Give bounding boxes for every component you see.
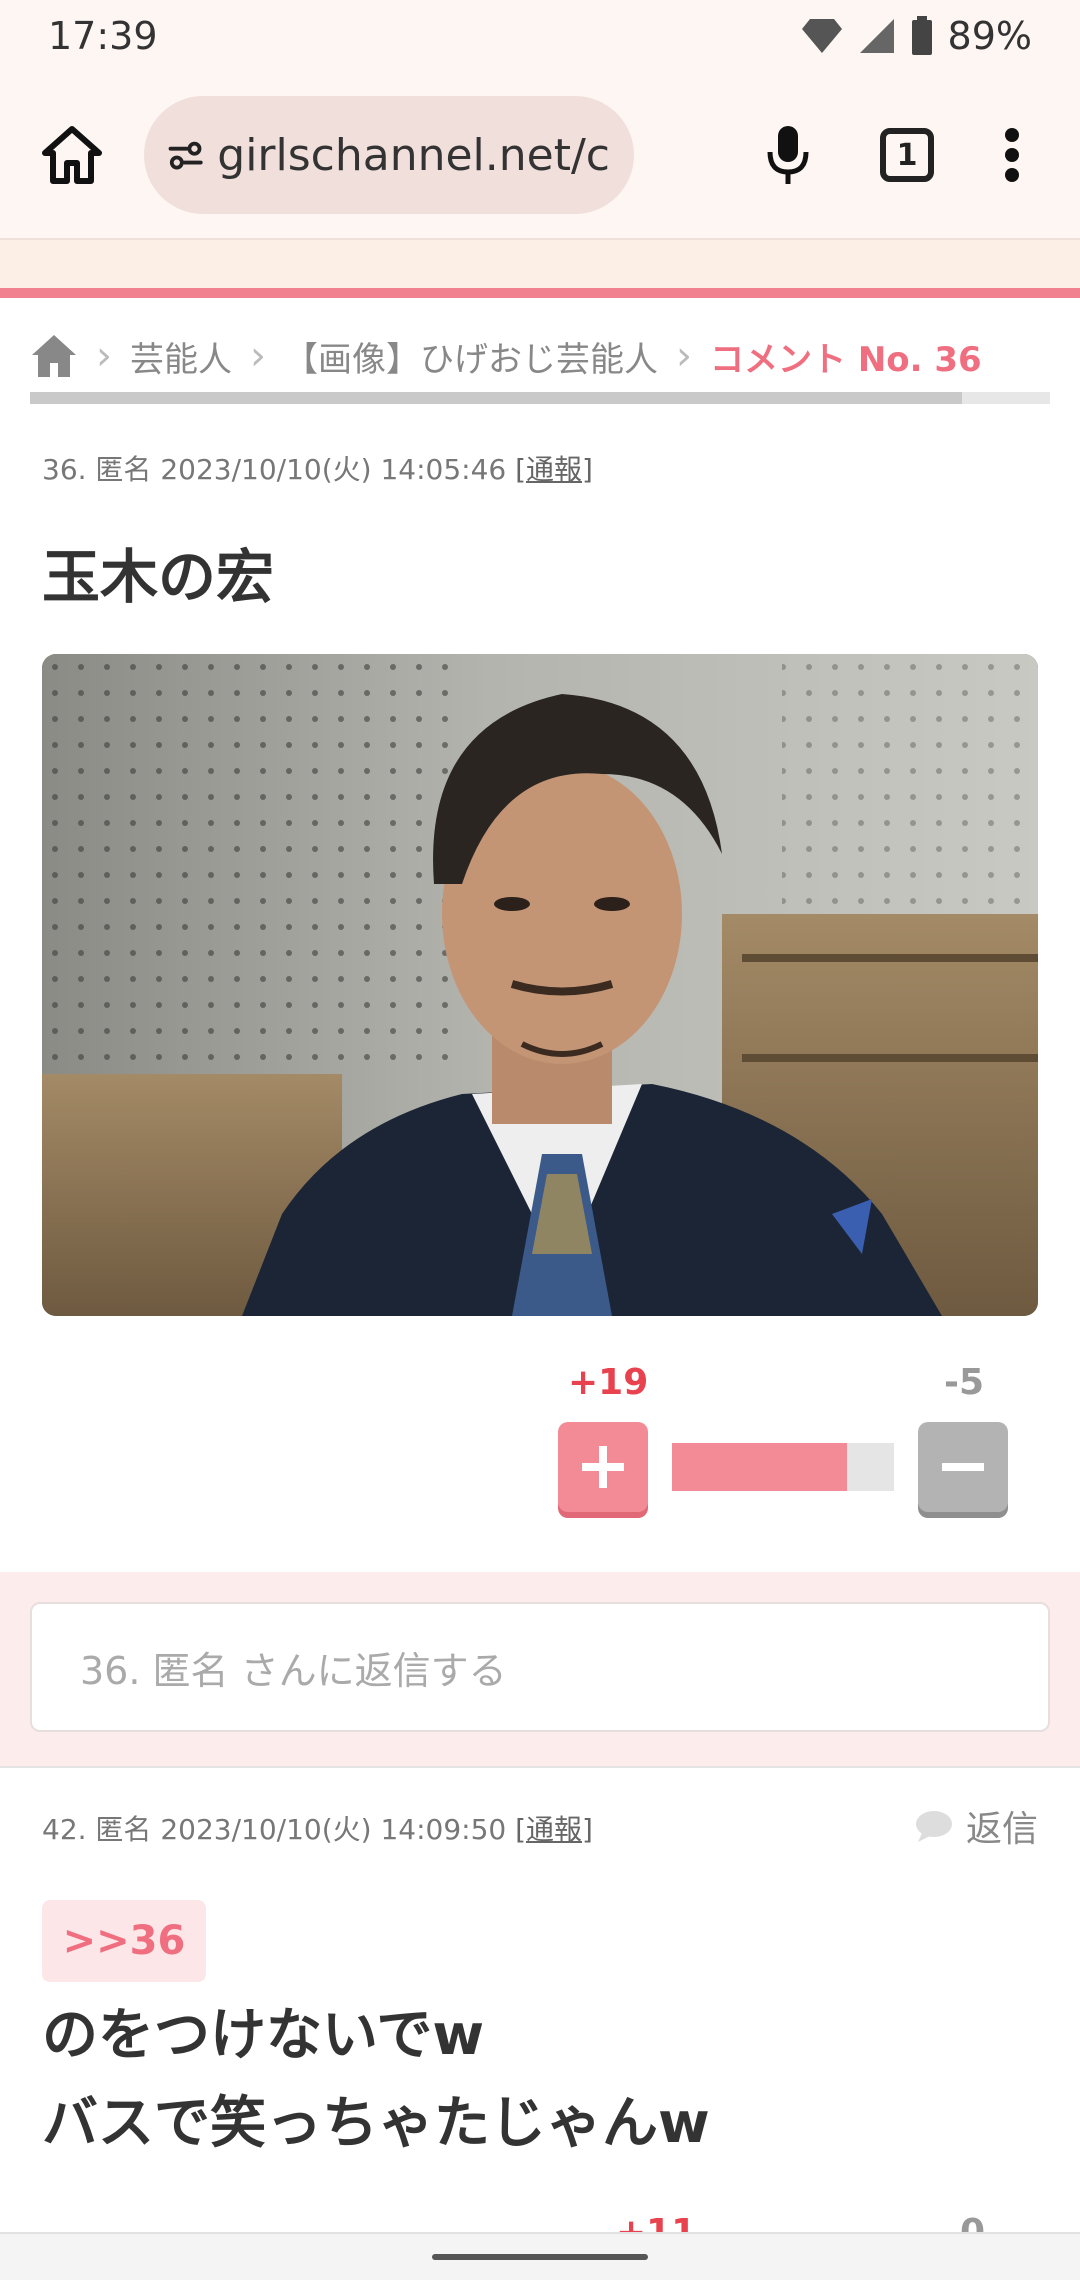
breadcrumb-home-icon[interactable] (30, 333, 78, 379)
browser-toolbar: girlschannel.net/c 1 (0, 72, 1080, 240)
breadcrumb-scroll-thumb[interactable] (30, 392, 962, 404)
gesture-handle[interactable] (432, 2254, 648, 2260)
comment-meta: 42. 匿名 2023/10/10(火) 14:09:50 [通報] (42, 1808, 593, 1848)
url-text: girlschannel.net/c (217, 129, 610, 181)
reply-label: 返信 (965, 1809, 1038, 1850)
signal-icon (859, 19, 894, 53)
breadcrumb-current: コメント No. 36 (710, 339, 982, 380)
home-button[interactable] (30, 113, 114, 197)
microphone-icon[interactable] (766, 124, 810, 186)
comment-image[interactable] (42, 654, 1038, 1316)
address-bar[interactable]: girlschannel.net/c (144, 96, 634, 214)
site-accent-bar (0, 288, 1080, 298)
comment-meta: 36. 匿名 2023/10/10(火) 14:05:46 [通報] (42, 448, 593, 488)
tab-count: 1 (896, 137, 918, 173)
wifi-diamond-icon (801, 19, 842, 53)
chevron-right-icon: › (676, 333, 692, 379)
report-link[interactable]: [通報] (515, 453, 593, 486)
comment-meta-text: 42. 匿名 2023/10/10(火) 14:09:50 (42, 1813, 507, 1846)
plus-count: +19 (568, 1362, 649, 1403)
speech-bubble-icon (915, 1811, 952, 1842)
site-settings-icon (168, 141, 203, 170)
battery-icon (911, 16, 932, 55)
report-link[interactable]: [通報] (515, 1813, 593, 1846)
chevron-right-icon: › (96, 333, 112, 379)
plus-button[interactable] (558, 1422, 648, 1512)
status-icons: 89% (800, 14, 1032, 58)
comment-divider (0, 1766, 1080, 1768)
vote-ratio-fill (672, 1443, 848, 1491)
reply-input[interactable]: 36. 匿名 さんに返信する (30, 1602, 1050, 1732)
minus-count: -5 (944, 1362, 984, 1403)
comment-body: 玉木の宏 (42, 543, 275, 611)
comment-body: のをつけないでw バスで笑っちゃたじゃんw (42, 1992, 710, 2168)
breadcrumb-item-category[interactable]: 芸能人 (130, 332, 232, 381)
minus-button[interactable] (918, 1422, 1008, 1512)
status-bar: 17:39 89% (0, 0, 1080, 72)
comment-body-line: バスで笑っちゃたじゃんw (42, 2091, 710, 2156)
breadcrumb-scrollbar[interactable] (30, 392, 1050, 404)
portrait-photo (42, 654, 1038, 1316)
reply-anchor-link[interactable]: >>36 (42, 1900, 206, 1982)
reply-placeholder: 36. 匿名 さんに返信する (80, 1648, 507, 1693)
breadcrumb: › 芸能人 › 【画像】ひげおじ芸能人 › コメント No. 36 (30, 310, 1050, 402)
comment-meta-text: 36. 匿名 2023/10/10(火) 14:05:46 (42, 453, 507, 486)
more-menu-icon[interactable] (1004, 127, 1020, 183)
breadcrumb-item-topic[interactable]: 【画像】ひげおじ芸能人 (284, 332, 658, 381)
battery-percent: 89% (947, 14, 1032, 58)
tab-switcher-button[interactable]: 1 (880, 128, 934, 182)
minus-icon (942, 1463, 984, 1471)
status-time: 17:39 (48, 14, 158, 58)
site-header-band (0, 240, 1080, 288)
reply-button[interactable]: 返信 (914, 1800, 1038, 1852)
plus-icon (582, 1446, 624, 1488)
home-icon (42, 126, 102, 184)
chevron-right-icon: › (250, 333, 266, 379)
comment-body-line: のをつけないでw (42, 2003, 485, 2068)
vote-ratio-bar (672, 1443, 894, 1491)
